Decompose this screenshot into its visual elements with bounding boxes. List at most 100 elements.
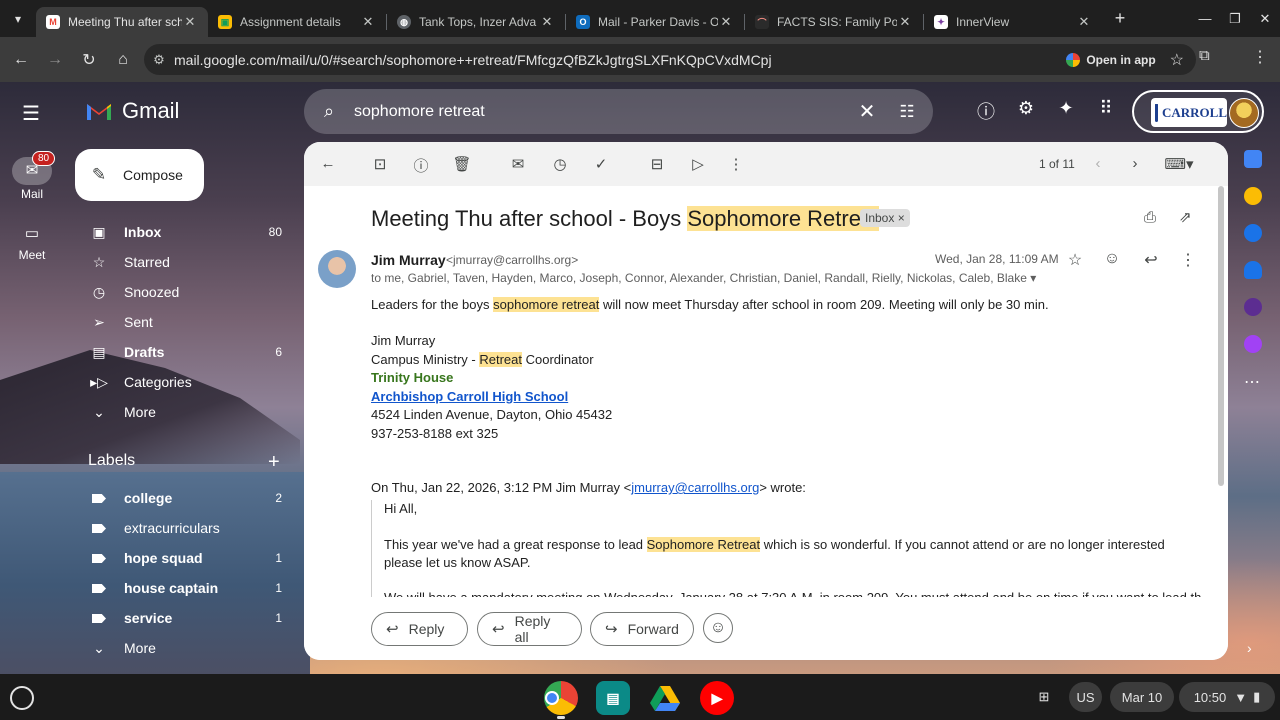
nav-item-snoozed[interactable]: ◷ Snoozed bbox=[64, 277, 304, 307]
keep-icon[interactable] bbox=[1244, 187, 1262, 205]
forward-icon[interactable]: → bbox=[38, 51, 72, 69]
newer-icon[interactable]: ‹ bbox=[1087, 155, 1109, 172]
close-icon[interactable]: ✕ bbox=[182, 14, 198, 30]
reload-icon[interactable]: ↻ bbox=[72, 50, 106, 70]
tab-facts[interactable]: ⌒ FACTS SIS: Family Por ✕ bbox=[745, 7, 923, 37]
forward-button[interactable]: ↪ Forward bbox=[590, 612, 694, 646]
chrome-icon[interactable] bbox=[544, 681, 578, 715]
tab-outlook[interactable]: O Mail - Parker Davis - O ✕ bbox=[566, 7, 744, 37]
rail-mail[interactable]: ✉ 80 Mail bbox=[0, 151, 64, 201]
delete-icon[interactable]: 🗑 bbox=[451, 155, 473, 173]
scrollbar[interactable] bbox=[1218, 186, 1224, 486]
label-icon[interactable]: ▷ bbox=[687, 155, 709, 173]
url-text[interactable]: mail.google.com/mail/u/0/#search/sophomo… bbox=[174, 52, 1066, 68]
label-item-hope-squad[interactable]: hope squad 1 bbox=[64, 543, 304, 573]
new-tab-button[interactable]: + bbox=[1106, 8, 1134, 29]
rail-meet[interactable]: ▭ Meet bbox=[0, 220, 64, 262]
compose-button[interactable]: ✎ Compose bbox=[75, 149, 204, 201]
more-options-icon[interactable]: ⋮ bbox=[725, 155, 747, 173]
drive-icon[interactable] bbox=[648, 681, 682, 715]
nav-item-categories[interactable]: ▸▷ Categories bbox=[64, 367, 304, 397]
nav-item-sent[interactable]: ➢ Sent bbox=[64, 307, 304, 337]
archive-icon[interactable]: ⊡ bbox=[369, 155, 391, 173]
message-more-icon[interactable]: ⋮ bbox=[1177, 250, 1199, 270]
nav-item-inbox[interactable]: ▣ Inbox 80 bbox=[64, 217, 304, 247]
calendar-icon[interactable] bbox=[1244, 150, 1262, 168]
apps-grid-icon[interactable]: ⠿ bbox=[1086, 98, 1126, 124]
status-tray[interactable]: 10:50 ▼ ▮ bbox=[1179, 682, 1275, 712]
mark-unread-icon[interactable]: ✉ bbox=[507, 155, 529, 173]
close-window-icon[interactable]: ✕ bbox=[1250, 11, 1280, 27]
restore-icon[interactable]: ❐ bbox=[1220, 11, 1250, 27]
reply-all-button[interactable]: ↩ Reply all bbox=[477, 612, 582, 646]
emoji-reaction-icon[interactable]: ☺ bbox=[703, 613, 733, 643]
date-pill[interactable]: Mar 10 bbox=[1110, 682, 1174, 712]
tab-assignment[interactable]: ▣ Assignment details ✕ bbox=[208, 7, 386, 37]
label-item-extracurriculars[interactable]: extracurriculars bbox=[64, 513, 304, 543]
emoji-reaction-icon[interactable]: ☺ bbox=[1101, 250, 1123, 268]
help-icon[interactable]: ⓘ bbox=[966, 98, 1006, 124]
ime-indicator[interactable]: US bbox=[1069, 682, 1102, 712]
tab-search-icon[interactable]: ▾ bbox=[0, 0, 36, 37]
main-menu-icon[interactable]: ☰ bbox=[22, 101, 40, 126]
launcher-icon[interactable] bbox=[10, 686, 34, 710]
mail-app-icon[interactable] bbox=[1244, 298, 1262, 316]
close-icon[interactable]: ✕ bbox=[539, 14, 555, 30]
close-icon[interactable]: ✕ bbox=[897, 14, 913, 30]
holding-space-icon[interactable]: ⊞ bbox=[1028, 682, 1060, 712]
older-icon[interactable]: › bbox=[1124, 155, 1146, 172]
extensions-icon[interactable]: ⧉ bbox=[1199, 47, 1210, 64]
reply-button[interactable]: ↩ Reply bbox=[371, 612, 468, 646]
reply-icon[interactable]: ↩ bbox=[1140, 250, 1162, 270]
tab-innerview[interactable]: ✦ InnerView ✕ bbox=[924, 7, 1102, 37]
nav-item-more[interactable]: ⌄ More bbox=[64, 397, 304, 427]
tab-gmail[interactable]: M Meeting Thu after scho ✕ bbox=[36, 7, 208, 37]
move-to-icon[interactable]: ⊟ bbox=[646, 155, 668, 173]
sender-avatar[interactable] bbox=[318, 250, 356, 288]
add-label-icon[interactable]: + bbox=[268, 451, 280, 474]
inbox-label-chip[interactable]: Inbox × bbox=[860, 209, 910, 227]
label-item-college[interactable]: college 2 bbox=[64, 483, 304, 513]
print-icon[interactable]: ⎙ bbox=[1144, 209, 1156, 226]
recipients-line[interactable]: to me, Gabriel, Taven, Hayden, Marco, Jo… bbox=[371, 271, 1036, 285]
snooze-icon[interactable]: ◷ bbox=[549, 155, 571, 173]
open-in-app-button[interactable]: Open in app bbox=[1066, 52, 1156, 67]
search-icon[interactable]: ⌕ bbox=[304, 101, 354, 122]
address-bar[interactable]: ⚙ mail.google.com/mail/u/0/#search/sopho… bbox=[144, 44, 1196, 75]
back-to-results-icon[interactable]: ← bbox=[317, 155, 339, 172]
gemini-sparkle-icon[interactable]: ✦ bbox=[1046, 98, 1086, 124]
gmail-logo[interactable]: Gmail bbox=[85, 98, 179, 124]
report-spam-icon[interactable]: ⓘ bbox=[410, 155, 432, 176]
more-addons-icon[interactable]: ⋯ bbox=[1244, 372, 1268, 392]
classroom-app-icon[interactable]: ▤ bbox=[596, 681, 630, 715]
minimize-icon[interactable]: — bbox=[1190, 11, 1220, 26]
bookmark-star-icon[interactable]: ☆ bbox=[1170, 50, 1184, 70]
school-link[interactable]: Archbishop Carroll High School bbox=[371, 389, 568, 404]
youtube-icon[interactable]: ▶ bbox=[700, 681, 734, 715]
avatar[interactable] bbox=[1229, 98, 1259, 128]
nav-item-starred[interactable]: ☆ Starred bbox=[64, 247, 304, 277]
side-panel-toggle-icon[interactable]: › bbox=[1247, 640, 1252, 656]
close-icon[interactable]: ✕ bbox=[360, 14, 376, 30]
settings-gear-icon[interactable]: ⚙ bbox=[1006, 98, 1046, 124]
home-icon[interactable]: ⌂ bbox=[106, 51, 140, 69]
add-task-icon[interactable]: ✓ bbox=[590, 155, 612, 173]
label-item-more[interactable]: ⌄ More bbox=[64, 633, 304, 663]
quote-email-link[interactable]: jmurray@carrollhs.org bbox=[631, 480, 759, 495]
browser-menu-icon[interactable]: ⋮ bbox=[1252, 47, 1268, 67]
input-tools-icon[interactable]: ⌨▾ bbox=[1161, 155, 1197, 173]
label-item-house-captain[interactable]: house captain 1 bbox=[64, 573, 304, 603]
contacts-icon[interactable] bbox=[1244, 261, 1262, 279]
close-icon[interactable]: ✕ bbox=[1076, 14, 1092, 30]
nav-item-drafts[interactable]: ▤ Drafts 6 bbox=[64, 337, 304, 367]
back-icon[interactable]: ← bbox=[4, 51, 38, 69]
addon-icon[interactable] bbox=[1244, 335, 1262, 353]
mail-search-bar[interactable]: ⌕ sophomore retreat ✕ ☷ bbox=[304, 89, 933, 134]
account-switcher[interactable]: CARROLL bbox=[1132, 90, 1264, 133]
tasks-icon[interactable] bbox=[1244, 224, 1262, 242]
close-icon[interactable]: ✕ bbox=[718, 14, 734, 30]
open-new-window-icon[interactable]: ⇗ bbox=[1179, 208, 1192, 226]
clear-search-icon[interactable]: ✕ bbox=[847, 99, 887, 124]
star-icon[interactable]: ☆ bbox=[1064, 250, 1086, 270]
label-item-service[interactable]: service 1 bbox=[64, 603, 304, 633]
